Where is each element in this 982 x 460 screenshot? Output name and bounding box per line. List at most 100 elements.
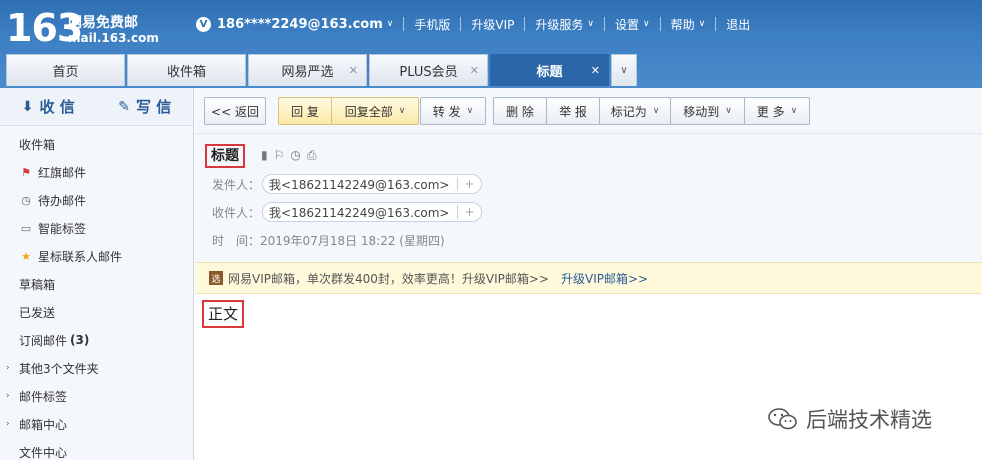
unread-count: (3) xyxy=(70,333,90,347)
time-value: 2019年07月18日 18:22 (星期四) xyxy=(260,234,445,248)
tab-home[interactable]: 首页 xyxy=(6,54,125,86)
tab-mail-subject[interactable]: 标题 ✕ xyxy=(490,54,609,86)
bookmark-icon[interactable]: ▮ xyxy=(261,148,268,163)
folder-starred-contacts[interactable]: ★ 星标联系人邮件 xyxy=(0,242,193,270)
folder-smart-tags[interactable]: ▭ 智能标签 xyxy=(0,214,193,242)
print-icon[interactable]: ⎙ xyxy=(307,148,317,163)
vip-badge-icon: V xyxy=(196,16,211,32)
mail-subject: 标题 xyxy=(205,144,245,168)
vip-promo-bar: 选 网易VIP邮箱，单次群发400封，效率更高！升级VIP邮箱>> 升级VIP邮… xyxy=(195,262,982,294)
watermark-text: 后端技术精选 xyxy=(806,408,932,432)
red-flag-icon: ⚑ xyxy=(21,165,31,179)
close-icon[interactable]: ✕ xyxy=(591,64,600,77)
star-icon: ★ xyxy=(21,249,31,263)
folder-inbox[interactable]: 收件箱 xyxy=(0,130,193,158)
time-label: 时 间： xyxy=(212,234,261,248)
back-button[interactable]: << 返回 xyxy=(204,97,266,125)
mail-body: 正文 xyxy=(202,300,245,328)
chevron-down-icon: ∨ xyxy=(620,65,628,76)
reply-all-button[interactable]: 回复全部 ∨ xyxy=(331,97,419,125)
folder-sent[interactable]: 已发送 xyxy=(0,298,193,326)
folder-file-center[interactable]: 文件中心 xyxy=(0,438,193,460)
from-label: 发件人： xyxy=(212,177,261,192)
chevron-down-icon[interactable]: ∨ xyxy=(387,19,394,29)
reply-button[interactable]: 回 复 xyxy=(278,97,332,125)
top-nav: V 186****2249@163.com ∨ 手机版 升级VIP 升级服务 ∨… xyxy=(196,14,750,34)
clock-icon: ◷ xyxy=(21,193,31,207)
chevron-down-icon[interactable]: ∨ xyxy=(467,106,474,116)
sidebar: ⬇ 收 信 ✎ 写 信 收件箱 ⚑ 红旗邮件 ◷ 待办邮件 ▭ 智能标签 ★ 星标联系人… xyxy=(0,88,194,460)
tab-yanxuan[interactable]: 网易严选 ✕ xyxy=(248,54,367,86)
add-contact-icon[interactable]: + xyxy=(457,177,475,191)
wechat-icon xyxy=(768,408,797,430)
top-header: 163 网易免费邮 mail.163.com V 186****2249@163… xyxy=(0,0,982,88)
nav-settings[interactable]: 设置 xyxy=(615,16,639,33)
compose-row: ⬇ 收 信 ✎ 写 信 xyxy=(0,88,193,126)
to-row: 收件人： 我<18621142249@163.com> + xyxy=(212,202,482,222)
add-contact-icon[interactable]: + xyxy=(457,205,475,219)
time-row: 时 间： 2019年07月18日 18:22 (星期四) xyxy=(212,232,445,249)
nav-upgrade-service[interactable]: 升级服务 xyxy=(535,16,583,33)
mark-as-button[interactable]: 标记为 ∨ xyxy=(599,97,671,125)
folder-todo[interactable]: ◷ 待办邮件 xyxy=(0,186,193,214)
receive-button[interactable]: ⬇ 收 信 xyxy=(0,96,97,117)
chevron-down-icon[interactable]: ∨ xyxy=(725,106,732,116)
folder-mail-center[interactable]: › 邮箱中心 xyxy=(0,410,193,438)
tab-bar: 首页 收件箱 网易严选 ✕ PLUS会员 ✕ 标题 ✕ ∨ xyxy=(6,54,637,86)
more-button[interactable]: 更 多 ∨ xyxy=(744,97,810,125)
from-address[interactable]: 我<18621142249@163.com> + xyxy=(262,174,482,194)
vip-promo-text: 网易VIP邮箱，单次群发400封，效率更高！升级VIP邮箱>> xyxy=(228,271,549,286)
close-icon[interactable]: ✕ xyxy=(349,64,358,77)
logo-title: 网易免费邮 xyxy=(68,15,138,31)
nav-help[interactable]: 帮助 xyxy=(671,16,695,33)
account-name[interactable]: 186****2249@163.com xyxy=(217,17,383,32)
to-address[interactable]: 我<18621142249@163.com> + xyxy=(262,202,482,222)
chevron-right-icon[interactable]: › xyxy=(6,419,10,429)
report-button[interactable]: 举 报 xyxy=(546,97,600,125)
chevron-right-icon[interactable]: › xyxy=(6,363,10,373)
upgrade-vip-link[interactable]: 升级VIP邮箱>> xyxy=(561,270,648,287)
chevron-down-icon[interactable]: ∨ xyxy=(399,106,406,116)
edit-icon: ✎ xyxy=(118,98,130,115)
move-to-button[interactable]: 移动到 ∨ xyxy=(670,97,745,125)
chevron-down-icon[interactable]: ∨ xyxy=(653,106,660,116)
mail-header: 标题 ▮ ⚐ ◷ ⎙ 发件人： 我<18621142249@163.com> + … xyxy=(195,134,982,262)
nav-divider xyxy=(715,17,717,31)
nav-mobile[interactable]: 手机版 xyxy=(414,16,450,33)
write-button[interactable]: ✎ 写 信 xyxy=(97,96,194,117)
mail-toolbar: << 返回 回 复 回复全部 ∨ 转 发 ∨ 删 除 举 报 标记为 ∨ 移动到 ∨ 更… xyxy=(195,88,982,134)
nav-divider xyxy=(604,17,605,31)
flag-icon[interactable]: ⚐ xyxy=(274,148,285,163)
close-icon[interactable]: ✕ xyxy=(470,64,479,77)
to-label: 收件人： xyxy=(212,205,261,220)
nav-upgrade-vip[interactable]: 升级VIP xyxy=(471,16,514,33)
forward-button[interactable]: 转 发 ∨ xyxy=(420,97,486,125)
delete-button[interactable]: 删 除 xyxy=(493,97,547,125)
nav-divider xyxy=(403,17,405,31)
chevron-down-icon[interactable]: ∨ xyxy=(699,19,706,29)
folder-list: 收件箱 ⚑ 红旗邮件 ◷ 待办邮件 ▭ 智能标签 ★ 星标联系人邮件 草稿箱 已发送 订… xyxy=(0,126,193,460)
nav-divider xyxy=(659,17,661,31)
chevron-down-icon[interactable]: ∨ xyxy=(587,19,594,29)
nav-divider xyxy=(524,17,526,31)
nav-logout[interactable]: 退出 xyxy=(726,16,750,33)
tab-inbox[interactable]: 收件箱 xyxy=(127,54,246,86)
subject-actions: ▮ ⚐ ◷ ⎙ xyxy=(261,148,316,163)
watermark: 后端技术精选 xyxy=(768,404,932,434)
folder-flagged[interactable]: ⚑ 红旗邮件 xyxy=(0,158,193,186)
tab-plus[interactable]: PLUS会员 ✕ xyxy=(369,54,488,86)
folder-other[interactable]: › 其他3个文件夹 xyxy=(0,354,193,382)
from-row: 发件人： 我<18621142249@163.com> + xyxy=(212,174,482,194)
chevron-down-icon[interactable]: ∨ xyxy=(791,106,798,116)
folder-mail-tags[interactable]: › 邮件标签 xyxy=(0,382,193,410)
folder-drafts[interactable]: 草稿箱 xyxy=(0,270,193,298)
chevron-down-icon[interactable]: ∨ xyxy=(643,19,650,29)
clock-icon[interactable]: ◷ xyxy=(290,148,300,163)
folder-subscriptions[interactable]: 订阅邮件 (3) xyxy=(0,326,193,354)
vip-select-icon: 选 xyxy=(209,271,223,285)
chevron-right-icon[interactable]: › xyxy=(6,391,10,401)
nav-divider xyxy=(460,17,462,31)
download-icon: ⬇ xyxy=(21,98,34,115)
logo-domain: mail.163.com xyxy=(68,31,159,45)
tab-more-button[interactable]: ∨ xyxy=(611,54,637,86)
